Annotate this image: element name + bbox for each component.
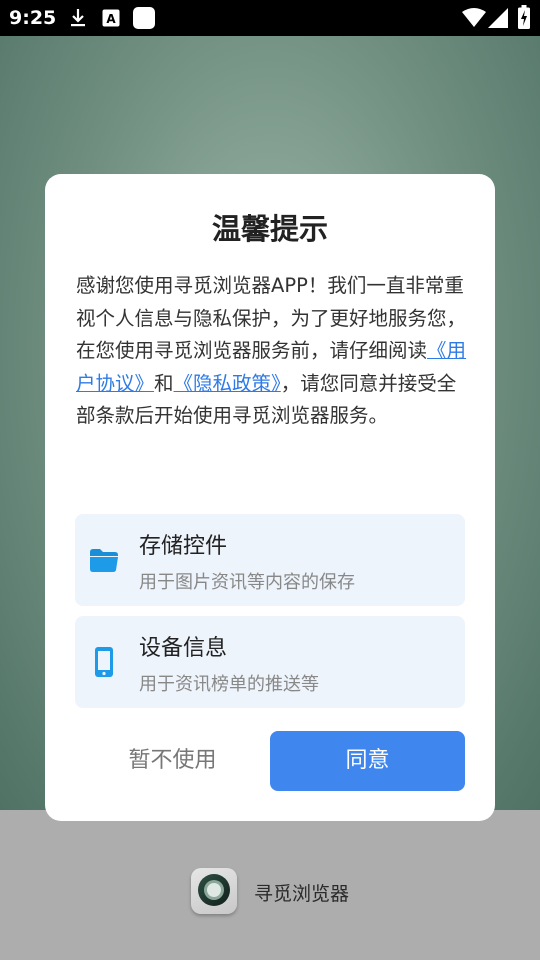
permission-title: 设备信息 xyxy=(139,636,228,661)
folder-icon xyxy=(89,544,119,576)
body-text-1: 感谢您使用寻觅浏览器APP！我们一直非常重视个人信息与隐私保护，为了更好地服务您… xyxy=(76,274,467,362)
permission-card-storage: 存储控件 用于图片资讯等内容的保存 xyxy=(75,514,465,606)
status-time: 9:25 xyxy=(9,7,57,29)
privacy-dialog: 温馨提示 感谢您使用寻觅浏览器APP！我们一直非常重视个人信息与隐私保护，为了更… xyxy=(45,174,495,821)
app-icon xyxy=(133,7,155,33)
phone-icon xyxy=(89,646,119,678)
agree-button[interactable]: 同意 xyxy=(270,731,465,791)
permission-title: 存储控件 xyxy=(139,534,228,559)
privacy-policy-link[interactable]: 《隐私政策》 xyxy=(174,372,281,395)
body-text-and: 和 xyxy=(154,371,174,395)
decline-button[interactable]: 暂不使用 xyxy=(75,731,270,791)
permission-card-device: 设备信息 用于资讯榜单的推送等 xyxy=(75,616,465,708)
splash-app-name: 寻觅浏览器 xyxy=(254,883,350,905)
permission-description: 用于图片资讯等内容的保存 xyxy=(139,572,355,593)
dialog-body: 感谢您使用寻觅浏览器APP！我们一直非常重视个人信息与隐私保护，为了更好地服务您… xyxy=(76,270,468,433)
permission-description: 用于资讯榜单的推送等 xyxy=(139,674,319,695)
font-icon: A xyxy=(102,9,120,31)
app-logo xyxy=(191,868,237,914)
download-icon xyxy=(69,8,87,32)
signal-icon xyxy=(488,8,508,32)
dialog-title: 温馨提示 xyxy=(211,212,328,246)
battery-charging-icon xyxy=(518,5,530,33)
wifi-icon xyxy=(462,8,486,32)
svg-text:A: A xyxy=(106,12,116,26)
status-bar: 9:25 A xyxy=(0,0,540,36)
